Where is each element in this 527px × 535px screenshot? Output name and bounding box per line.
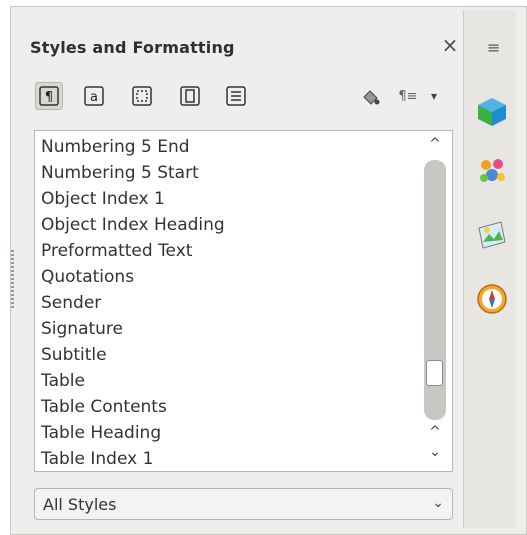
panel-title: Styles and Formatting [30,38,235,57]
paragraph-styles-button[interactable]: ¶ [35,82,63,110]
scroll-down-arrow[interactable]: ⌄ [426,444,444,460]
list-item[interactable]: Table [41,371,85,391]
sidebar-deck [463,10,516,528]
frame-styles-button[interactable] [128,82,156,110]
styles-people-icon[interactable] [475,155,509,189]
chevron-down-icon: ▾ [430,89,438,103]
list-item[interactable]: Table Index 1 [41,449,153,469]
list-styles-button[interactable] [222,82,250,110]
close-icon[interactable]: × [439,34,461,56]
list-item[interactable]: Preformatted Text [41,241,192,261]
list-item[interactable]: Numbering 5 End [41,137,190,157]
styles-list: Numbering 5 End Numbering 5 Start Object… [34,130,453,472]
scroll-up-arrow-bottom[interactable]: ^ [426,424,444,440]
frame-styles-icon [132,86,152,106]
list-item[interactable]: Quotations [41,267,134,287]
properties-cube-icon[interactable] [475,95,509,129]
svg-text:¶: ¶ [45,90,53,105]
list-item[interactable]: Table Contents [41,397,167,417]
sidebar-menu-icon[interactable]: ≡ [487,38,500,57]
fill-format-button[interactable] [357,82,385,110]
paragraph-styles-icon: ¶ [39,86,59,106]
chevron-down-icon: ⌄ [432,495,444,511]
page-styles-button[interactable] [176,82,204,110]
new-style-icon: ¶≡ [398,88,418,104]
list-item[interactable]: Object Index Heading [41,215,225,235]
list-item[interactable]: Sender [41,293,101,313]
filter-selected-value: All Styles [43,495,117,514]
character-styles-button[interactable]: a [80,82,108,110]
style-filter-dropdown[interactable]: All Styles ⌄ [34,488,453,520]
list-item[interactable]: Numbering 5 Start [41,163,199,183]
scroll-up-arrow[interactable]: ^ [426,136,444,152]
list-item[interactable]: Table Heading [41,423,161,443]
navigator-compass-icon[interactable] [475,282,509,316]
paint-bucket-icon [363,90,380,105]
list-item[interactable]: Signature [41,319,123,339]
scrollbar-thumb[interactable] [426,360,443,386]
style-actions-menu[interactable]: ▾ [426,82,442,110]
character-styles-icon: a [84,86,104,106]
gallery-image-icon[interactable] [475,218,509,252]
list-item[interactable]: Subtitle [41,345,107,365]
page-styles-icon [180,86,200,106]
resize-grip[interactable] [11,250,14,308]
list-item[interactable]: Object Index 1 [41,189,165,209]
new-style-button[interactable]: ¶≡ [395,82,421,110]
list-styles-icon [226,86,246,106]
svg-text:a: a [90,90,98,105]
